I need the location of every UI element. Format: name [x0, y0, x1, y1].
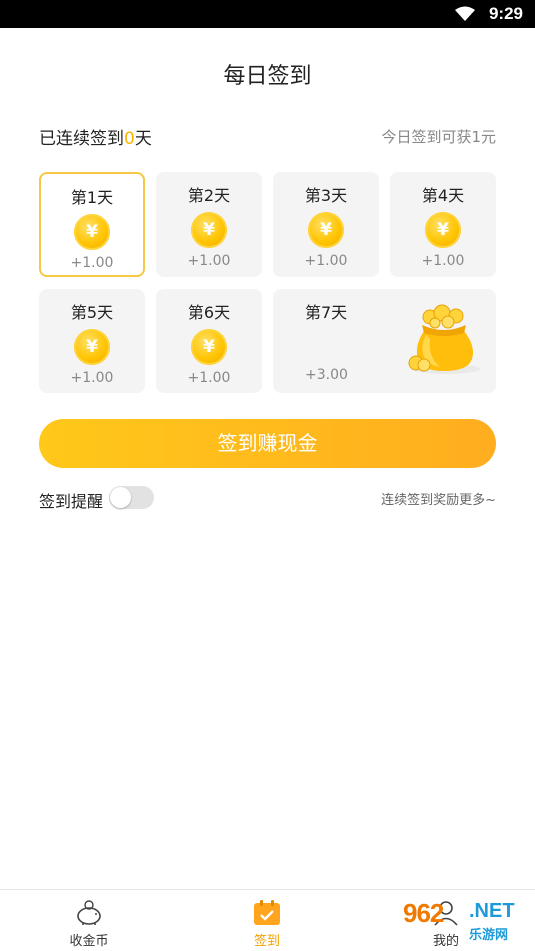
piggy-bank-icon [77, 900, 101, 925]
day-label: 第7天 [305, 303, 348, 322]
day-amount: +3.00 [305, 367, 348, 383]
day-card-7[interactable]: 第7天 +3.00 [273, 289, 496, 393]
tab-collect-coins[interactable]: 收金币 [0, 890, 178, 951]
day-card-1[interactable]: 第1天 ¥ +1.00 [39, 172, 145, 277]
coin-icon: ¥ [191, 329, 227, 365]
tab-sign-in[interactable]: 签到 [178, 890, 356, 951]
wifi-icon [455, 6, 475, 21]
day-card-5[interactable]: 第5天 ¥ +1.00 [39, 289, 145, 393]
day-card-2[interactable]: 第2天 ¥ +1.00 [156, 172, 262, 277]
day-amount: +1.00 [70, 370, 114, 386]
coin-icon: ¥ [74, 214, 110, 250]
coin-icon: ¥ [425, 212, 461, 248]
reminder-toggle[interactable] [109, 486, 154, 509]
streak-count: 0 [124, 129, 135, 149]
page-title: 每日签到 [223, 64, 312, 89]
coin-symbol: ¥ [437, 220, 449, 240]
coin-icon: ¥ [308, 212, 344, 248]
site-watermark-logo: 962 .NET 乐游网 [399, 896, 527, 946]
tab-label: 收金币 [69, 934, 109, 949]
streak-prefix: 已连续签到 [39, 129, 124, 149]
coin-symbol: ¥ [86, 222, 98, 242]
sign-in-button[interactable]: 签到赚现金 [39, 419, 496, 468]
reminder-label: 签到提醒 [39, 492, 104, 511]
day-amount: +1.00 [304, 253, 348, 269]
day-label: 第5天 [70, 303, 114, 322]
watermark-logo-number: 962 [403, 898, 444, 928]
streak-suffix: 天 [134, 129, 152, 149]
day-amount: +1.00 [187, 370, 231, 386]
day-card-3[interactable]: 第3天 ¥ +1.00 [273, 172, 379, 277]
coin-symbol: ¥ [203, 337, 215, 357]
coin-icon: ¥ [191, 212, 227, 248]
coin-symbol: ¥ [320, 220, 332, 240]
day-label: 第3天 [304, 186, 348, 205]
day-label: 第4天 [421, 186, 465, 205]
status-time: 9:29 [488, 4, 523, 23]
today-reward-text: 今日签到可获1元 [381, 128, 496, 146]
coin-symbol: ¥ [203, 220, 215, 240]
day-card-4[interactable]: 第4天 ¥ +1.00 [390, 172, 496, 277]
day-label: 第6天 [187, 303, 231, 322]
day-label: 第2天 [187, 186, 231, 205]
coin-symbol: ¥ [86, 337, 98, 357]
status-bar: 9:29 [0, 0, 535, 28]
day-amount: +1.00 [421, 253, 465, 269]
tab-label: 签到 [253, 934, 280, 949]
money-bag-icon [408, 304, 480, 374]
day-card-6[interactable]: 第6天 ¥ +1.00 [156, 289, 262, 393]
watermark-sub: 乐游网 [469, 928, 509, 943]
watermark-net: .NET [469, 900, 515, 922]
day-amount: +1.00 [187, 253, 231, 269]
coin-icon: ¥ [74, 329, 110, 365]
more-rewards-link[interactable]: 连续签到奖励更多~ [381, 489, 496, 508]
toggle-knob [110, 487, 131, 508]
streak-text: 已连续签到0天 [39, 124, 152, 149]
day-label: 第1天 [70, 188, 114, 207]
day-amount: +1.00 [70, 255, 114, 271]
calendar-check-icon [254, 900, 280, 925]
